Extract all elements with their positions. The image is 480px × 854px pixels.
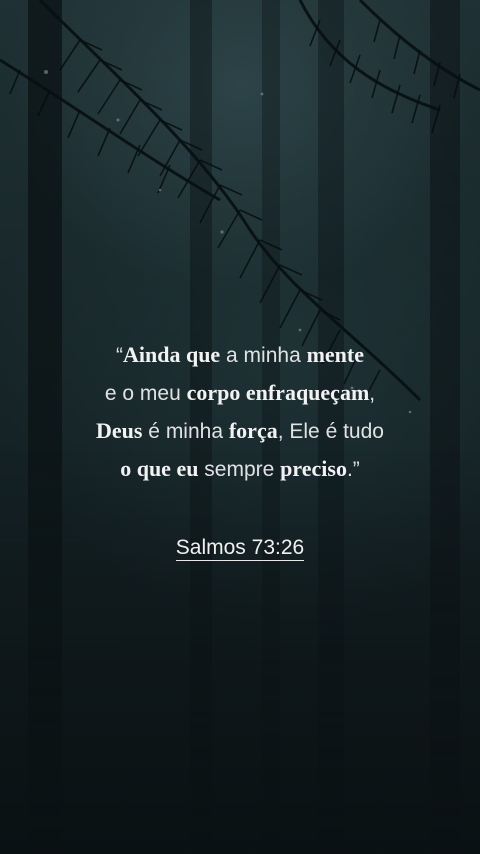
quote-open-mark: “ [115,344,123,367]
quote-text: .” [346,458,360,481]
quote-line-2: e o meu corpo enfraqueçam, [0,374,480,412]
quote-text: Deus [96,418,143,443]
quote-line-1: “Ainda que a minha mente [0,336,480,374]
quote-text: mente [306,342,365,367]
quote-text: , [369,382,376,405]
verse-reference-text: Salmos 73:26 [175,536,305,561]
bible-quote: “Ainda que a minha mente e o meu corpo e… [0,336,480,488]
quote-text: sempre [198,458,281,481]
quote-line-4: o que eu sempre preciso.” [0,450,480,488]
quote-text: e o meu [104,382,187,405]
quote-text: o que eu [120,456,199,481]
quote-text: força [228,418,278,443]
quote-text: Ainda que [122,342,221,367]
quote-text: a minha [220,344,307,367]
quote-line-3: Deus é minha força, Ele é tudo [0,412,480,450]
quote-text: , Ele é tudo [277,420,384,443]
quote-text: preciso [280,456,347,481]
quote-text: é minha [142,420,229,443]
quote-text: corpo enfraqueçam [186,380,370,405]
verse-reference: Salmos 73:26 [0,536,480,561]
